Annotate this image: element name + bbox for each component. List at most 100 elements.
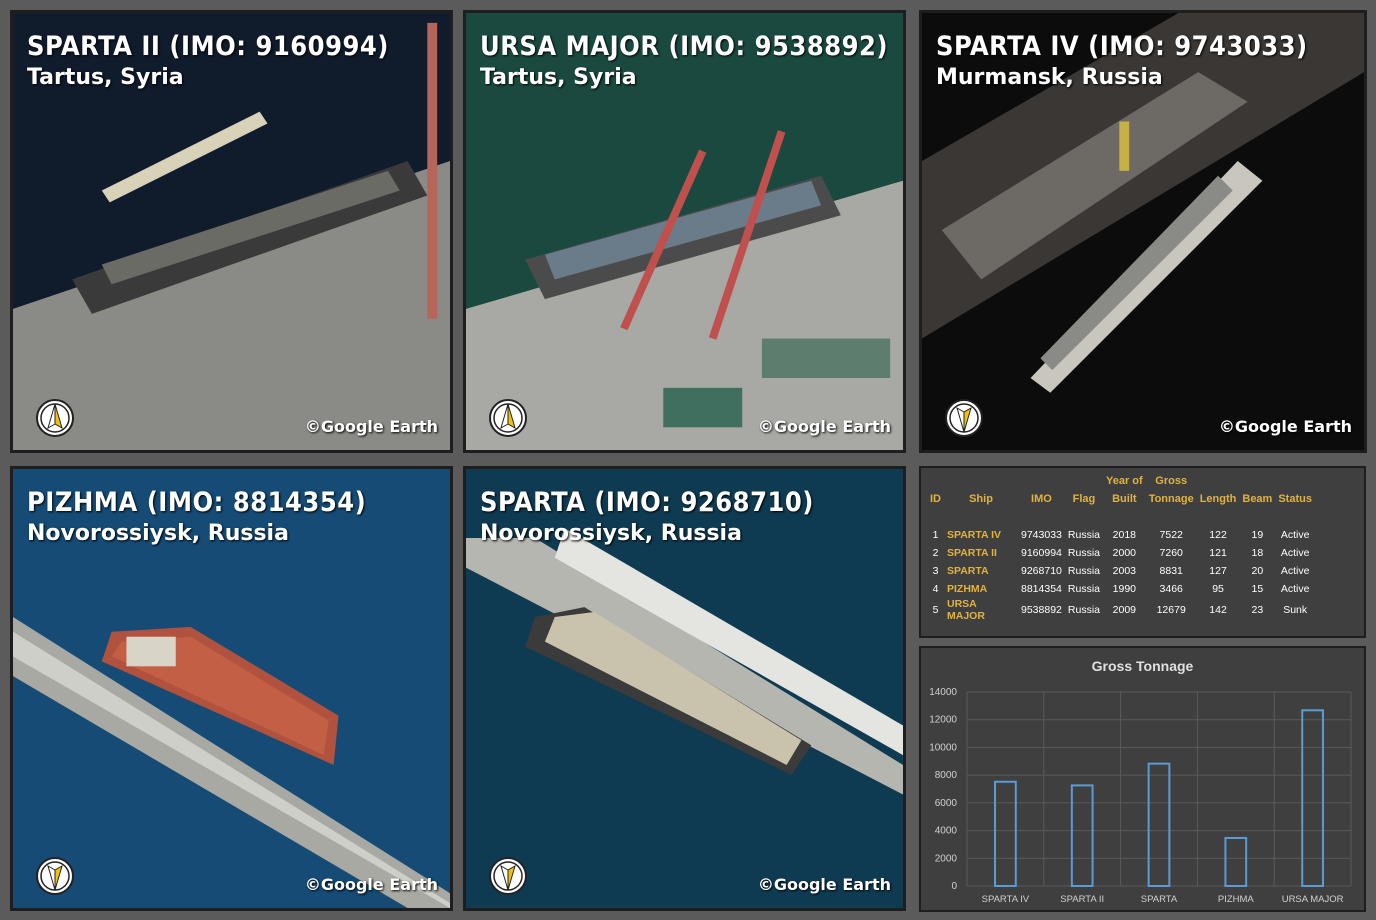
- table-row: 4 PIZHMA 8814354 Russia 1990 3466 95 15 Active: [927, 580, 1315, 598]
- north-down-compass-icon: [945, 399, 983, 437]
- y-tick-label: 2000: [935, 853, 958, 864]
- cell-year: 2000: [1112, 547, 1137, 559]
- bar: [1224, 836, 1248, 888]
- ship-location: Tartus, Syria: [480, 65, 637, 90]
- image-credit: ©Google Earth: [1218, 417, 1352, 436]
- cell-status: Sunk: [1283, 604, 1308, 616]
- cell-flag: Russia: [1067, 604, 1100, 616]
- cell-year: 2018: [1112, 529, 1137, 541]
- cell-length: 121: [1209, 547, 1227, 559]
- y-tick-label: 6000: [935, 798, 958, 809]
- gross-tonnage-chart-panel: Gross Tonnage 0 2000 4000 6000 8000 10000 1200…: [919, 646, 1366, 912]
- cell-ship: PIZHMA: [947, 583, 988, 595]
- cell-imo: 9160994: [1021, 547, 1062, 559]
- cell-tonnage: 7260: [1159, 547, 1183, 559]
- north-down-compass-icon: [36, 857, 74, 895]
- cell-status: Active: [1280, 529, 1310, 541]
- y-tick-label: 0: [951, 881, 957, 892]
- ship-location: Tartus, Syria: [27, 65, 184, 90]
- y-tick-label: 12000: [929, 715, 957, 726]
- cell-length: 122: [1209, 529, 1227, 541]
- cell-flag: Russia: [1067, 565, 1100, 577]
- x-tick-label: SPARTA II: [1060, 894, 1104, 905]
- cell-status: Active: [1280, 583, 1310, 595]
- x-tick-label: SPARTA: [1141, 894, 1178, 905]
- col-beam: Beam: [1242, 493, 1273, 505]
- col-tonnage-top: Gross: [1155, 475, 1188, 487]
- north-down-compass-icon: [489, 857, 527, 895]
- cell-beam: 20: [1251, 565, 1264, 577]
- gross-tonnage-chart: 0 2000 4000 6000 8000 10000 12000 14000 SPARTA I…: [929, 687, 1352, 905]
- cell-tonnage: 7522: [1159, 529, 1183, 541]
- cell-imo: 8814354: [1021, 583, 1062, 595]
- cell-length: 127: [1209, 565, 1227, 577]
- cell-flag: Russia: [1067, 583, 1100, 595]
- cell-year: 1990: [1112, 583, 1137, 595]
- x-tick-label: URSA MAJOR: [1282, 894, 1344, 905]
- cell-imo: 9743033: [1021, 529, 1062, 541]
- col-tonnage-bottom: Tonnage: [1148, 493, 1194, 505]
- cell-tonnage: 8831: [1159, 565, 1183, 577]
- y-tick-label: 10000: [929, 742, 957, 753]
- satellite-panel-sparta: SPARTA (IMO: 9268710) Novorossiysk, Russ…: [463, 466, 906, 911]
- image-credit: ©Google Earth: [757, 417, 891, 436]
- satellite-panel-sparta-iv: SPARTA IV (IMO: 9743033) Murmansk, Russi…: [919, 10, 1367, 453]
- cell-tonnage: 12679: [1156, 604, 1186, 616]
- table-row: 3 SPARTA 9268710 Russia 2003 8831 127 20 Active: [927, 562, 1315, 580]
- ship-location: Novorossiysk, Russia: [480, 521, 742, 546]
- y-tick-label: 14000: [929, 687, 957, 698]
- ship-title: SPARTA II (IMO: 9160994): [27, 31, 389, 62]
- cell-beam: 19: [1251, 529, 1264, 541]
- cell-id: 4: [932, 583, 939, 595]
- col-flag: Flag: [1072, 493, 1096, 505]
- ship-title: SPARTA (IMO: 9268710): [480, 487, 814, 518]
- ship-title: URSA MAJOR (IMO: 9538892): [480, 31, 889, 62]
- cell-ship: URSA MAJOR: [947, 598, 985, 622]
- bar: [1147, 762, 1171, 887]
- image-credit: ©Google Earth: [304, 417, 438, 436]
- table-row: 1 SPARTA IV 9743033 Russia 2018 7522 122 19 Acti…: [927, 526, 1315, 544]
- table-row: 2 SPARTA II 9160994 Russia 2000 7260 121 18 Acti…: [927, 544, 1315, 562]
- north-up-compass-icon: [36, 399, 74, 437]
- cell-length: 95: [1212, 583, 1224, 595]
- cell-year: 2003: [1112, 565, 1137, 577]
- ship-title: PIZHMA (IMO: 8814354): [27, 487, 367, 518]
- y-tick-label: 8000: [935, 770, 958, 781]
- cell-tonnage: 3466: [1159, 583, 1183, 595]
- satellite-panel-sparta-ii: SPARTA II (IMO: 9160994) Tartus, Syria ©…: [10, 10, 453, 453]
- satellite-panel-pizhma: PIZHMA (IMO: 8814354) Novorossiysk, Russ…: [10, 466, 453, 911]
- image-credit: ©Google Earth: [757, 875, 891, 894]
- col-length: Length: [1199, 493, 1237, 505]
- col-ship: Ship: [969, 493, 993, 505]
- cell-ship: SPARTA IV: [947, 529, 1002, 541]
- north-up-compass-icon: [489, 399, 527, 437]
- bar: [1301, 709, 1324, 888]
- table-header-row: ID Ship IMO Flag Year of Built Gross Tonna…: [927, 472, 1315, 508]
- cell-length: 142: [1209, 604, 1227, 616]
- cell-flag: Russia: [1067, 547, 1100, 559]
- cell-year: 2009: [1112, 604, 1137, 616]
- cell-beam: 23: [1251, 604, 1264, 616]
- cell-id: 3: [932, 565, 939, 577]
- x-tick-label: SPARTA IV: [982, 894, 1030, 905]
- cell-flag: Russia: [1067, 529, 1100, 541]
- table-row: 5 URSA MAJOR 9538892 Russia 2009 12679 142 23 Su…: [927, 598, 1315, 622]
- col-year-bottom: Built: [1112, 493, 1137, 505]
- cell-id: 1: [932, 529, 939, 541]
- cell-id: 5: [932, 604, 939, 616]
- col-status: Status: [1278, 493, 1312, 505]
- bar: [1070, 784, 1094, 887]
- cell-beam: 18: [1251, 547, 1264, 559]
- ship-table-panel: ID Ship IMO Flag Year of Built Gross Tonna…: [919, 466, 1366, 638]
- ship-title: SPARTA IV (IMO: 9743033): [936, 31, 1308, 62]
- cell-beam: 15: [1251, 583, 1264, 595]
- y-tick-label: 4000: [935, 826, 958, 837]
- cell-ship: SPARTA: [947, 565, 989, 577]
- x-tick-label: PIZHMA: [1218, 894, 1255, 905]
- col-id: ID: [930, 493, 941, 505]
- cell-status: Active: [1280, 565, 1310, 577]
- image-credit: ©Google Earth: [304, 875, 438, 894]
- ship-location: Murmansk, Russia: [936, 65, 1163, 90]
- cell-status: Active: [1280, 547, 1310, 559]
- cell-id: 2: [932, 547, 939, 559]
